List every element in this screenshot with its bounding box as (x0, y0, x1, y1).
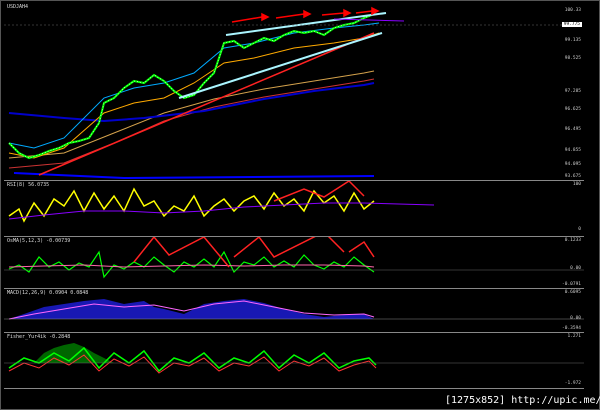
rsi-pane[interactable]: RSI(8) 56.0735 100 0 (4, 181, 584, 237)
price-label-8: 94.095 (564, 162, 581, 167)
trendline-red (38, 32, 375, 176)
price-pane[interactable]: USDJAH4 100.33 99.775 99.135 98.525 97.2… (4, 3, 584, 181)
price-label-4: 97.285 (564, 89, 581, 94)
price-label-3: 98.525 (564, 56, 581, 61)
price-label-6: 96.495 (564, 127, 581, 132)
fisher-min: -1.972 (564, 381, 581, 386)
macd-max: 0.6095 (564, 290, 581, 295)
price-label-9: 93.675 (564, 174, 581, 179)
ma-blue-line (8, 82, 375, 123)
band-upper (8, 22, 380, 149)
price-label-5: 96.625 (564, 107, 581, 112)
macd-svg (4, 299, 584, 320)
price-label-0: 100.33 (564, 8, 581, 13)
current-price-box: 99.775 (561, 22, 582, 27)
candles (8, 14, 373, 160)
osma-svg (4, 237, 584, 279)
price-label-2: 99.135 (564, 38, 581, 43)
trendline-cyan-lower (178, 32, 383, 99)
trendline-purple (333, 18, 405, 22)
rsi-svg (8, 181, 435, 223)
lower-blue-line (13, 172, 375, 180)
chart-window: USDJAH4 100.33 99.775 99.135 98.525 97.2… (0, 0, 600, 410)
price-label-7: 94.855 (564, 148, 581, 153)
fisher-max: 1.271 (567, 334, 581, 339)
rsi-min: 0 (578, 227, 581, 232)
osma-min: -0.0791 (562, 282, 581, 287)
osma-pane[interactable]: OsMA(5,12,3) -0.00739 0.1233 0.00 -0.079… (4, 237, 584, 289)
footer-watermark: [1275x852] http://upic.me/ (445, 395, 600, 406)
price-chart-svg (4, 6, 584, 180)
macd-pane[interactable]: MACD(12,26,9) 0.0904 0.0848 0.6095 0.00 … (4, 289, 584, 333)
osma-max: 0.1233 (564, 238, 581, 243)
ma-red-line (8, 78, 375, 169)
macd-zero: 0.00 (570, 316, 581, 321)
fisher-svg (4, 343, 584, 374)
macd-min: -0.3594 (562, 326, 581, 331)
rsi-max: 100 (572, 182, 581, 187)
fisher-pane[interactable]: Fisher_Yur4ik -0.2848 1.271 -1.972 (4, 333, 584, 389)
osma-zero: 0.00 (570, 266, 581, 271)
